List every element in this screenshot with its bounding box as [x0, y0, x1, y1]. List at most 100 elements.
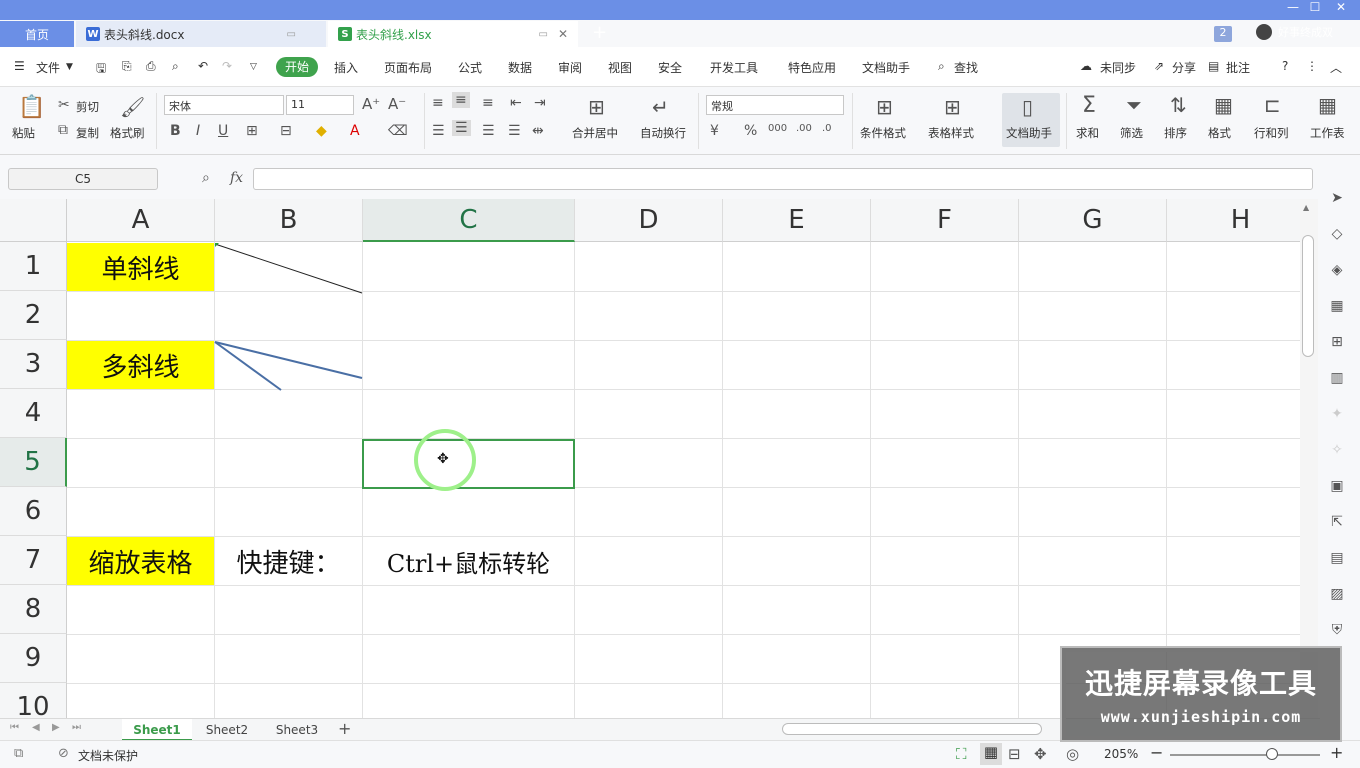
next-sheet-icon[interactable]: ▶ [52, 722, 60, 733]
sum-button[interactable]: 求和 [1076, 125, 1099, 141]
italic-icon[interactable]: I [196, 123, 200, 139]
tab-doc[interactable]: W 表头斜线.docx ▭ [76, 21, 326, 47]
zoom-out-icon[interactable]: − [1150, 743, 1163, 762]
distribute-icon[interactable]: ⇹ [532, 123, 544, 139]
percent-icon[interactable]: % [744, 123, 757, 139]
fill-color-icon[interactable]: ◆ [316, 123, 327, 139]
font-color-icon[interactable]: A [350, 123, 360, 139]
close-tab-icon[interactable]: ✕ [558, 27, 568, 41]
sort-button[interactable]: 排序 [1164, 125, 1187, 141]
menu-layout[interactable]: 页面布局 [384, 59, 432, 76]
indent-increase-icon[interactable]: ⇥ [534, 95, 546, 111]
menu-share[interactable]: 分享 [1172, 59, 1196, 76]
fullscreen-icon[interactable]: ⛶ [956, 745, 967, 763]
menu-comment[interactable]: 批注 [1226, 59, 1250, 76]
add-sheet-button[interactable]: + [338, 719, 351, 738]
menu-file[interactable]: 文件 [36, 59, 60, 76]
filter-button[interactable]: 筛选 [1120, 125, 1143, 141]
share-doc-icon[interactable]: ⎘ [122, 59, 132, 74]
align-center-icon[interactable]: ☰ [452, 120, 471, 136]
indent-decrease-icon[interactable]: ⇤ [510, 95, 522, 111]
copy-button[interactable]: 复制 [76, 125, 99, 141]
scrollbar-thumb[interactable] [1302, 235, 1314, 357]
name-box[interactable]: C5 [8, 168, 158, 190]
pin-icon[interactable]: ▭ [539, 29, 548, 40]
fx-icon[interactable]: fx [230, 170, 243, 186]
pin-icon[interactable]: ▭ [287, 29, 296, 40]
zoom-level[interactable]: 205% [1104, 747, 1138, 761]
menu-insert[interactable]: 插入 [334, 59, 358, 76]
user-account[interactable]: 好事终成双 [1256, 24, 1333, 40]
table-icon[interactable]: ▦ [1328, 298, 1346, 316]
layout-icon[interactable]: ⧉ [14, 746, 23, 761]
zoom-slider[interactable] [1170, 754, 1320, 756]
increase-font-icon[interactable]: A⁺ [362, 95, 380, 113]
image-icon[interactable]: ▨ [1328, 586, 1346, 604]
page-break-icon[interactable]: ⊟ [1008, 745, 1021, 763]
menu-find[interactable]: 查找 [954, 59, 978, 76]
save-icon[interactable]: 🖫 [96, 59, 106, 80]
table-style-button[interactable]: 表格样式 [928, 125, 974, 141]
align-right-icon[interactable]: ☰ [482, 123, 495, 139]
menu-unsync[interactable]: 未同步 [1100, 59, 1136, 76]
sheet-tab-2[interactable]: Sheet2 [194, 719, 260, 741]
picture-icon[interactable]: ▣ [1328, 478, 1346, 496]
border-icon[interactable]: ⊞ [246, 123, 258, 139]
align-middle-icon[interactable]: ≡ [452, 92, 470, 108]
chevron-down-icon[interactable]: ▼ [66, 62, 73, 72]
prev-sheet-icon[interactable]: ◀ [32, 722, 40, 733]
quick-access-more-icon[interactable]: ▽ [250, 62, 257, 72]
last-sheet-icon[interactable]: ⏭ [72, 722, 81, 733]
new-tab-button[interactable]: + [592, 22, 607, 43]
help-icon[interactable]: ? [1282, 59, 1288, 73]
thousands-icon[interactable]: 000 [768, 123, 787, 134]
tab-home[interactable]: 首页 [0, 21, 74, 47]
protect-status[interactable]: 文档未保护 [78, 747, 138, 764]
export-icon[interactable]: ⇱ [1328, 514, 1346, 532]
print-preview-icon[interactable]: ⌕ [172, 59, 179, 74]
worksheet-button[interactable]: 工作表 [1310, 125, 1345, 141]
paste-icon[interactable]: 📋 [18, 95, 45, 120]
cell-format-icon[interactable]: ⊟ [280, 123, 292, 139]
font-name-select[interactable]: 宋体 [164, 95, 284, 115]
cloud-icon[interactable]: ☁ [1080, 59, 1092, 73]
first-sheet-icon[interactable]: ⏮ [10, 722, 19, 733]
menu-formula[interactable]: 公式 [458, 59, 482, 76]
print-icon[interactable]: ⎙ [146, 59, 156, 74]
decimal-decrease-icon[interactable]: .0 [822, 123, 832, 134]
shield-icon[interactable]: ⛨ [1328, 622, 1346, 640]
eye-protect-icon[interactable]: ◎ [1066, 745, 1079, 763]
font-size-select[interactable]: 11 [286, 95, 354, 115]
menu-special[interactable]: 特色应用 [788, 59, 836, 76]
number-format-select[interactable]: 常规 [706, 95, 844, 115]
more-icon[interactable]: ⋮ [1306, 59, 1318, 73]
decrease-font-icon[interactable]: A⁻ [388, 95, 406, 113]
format-painter-button[interactable]: 格式刷 [110, 125, 145, 141]
menu-docasst[interactable]: 文档助手 [862, 59, 910, 76]
zoom-formula-icon[interactable]: ⌕ [202, 170, 210, 186]
zoom-in-icon[interactable]: + [1330, 743, 1343, 762]
align-bottom-icon[interactable]: ≡ [482, 95, 494, 111]
zoom-slider-handle[interactable] [1266, 748, 1278, 760]
align-top-icon[interactable]: ≡ [432, 95, 444, 111]
menu-view[interactable]: 视图 [608, 59, 632, 76]
menu-review[interactable]: 审阅 [558, 59, 582, 76]
decimal-increase-icon[interactable]: .00 [796, 123, 812, 134]
tool-icon[interactable]: ✦ [1328, 406, 1346, 424]
hamburger-icon[interactable]: ☰ [14, 59, 25, 73]
menu-security[interactable]: 安全 [658, 59, 682, 76]
collapse-ribbon-icon[interactable]: ︿ [1330, 59, 1342, 76]
spreadsheet-grid[interactable]: A B C D E F G H 1 2 3 4 5 6 7 8 9 10 单斜线… [0, 199, 1300, 718]
scroll-up-icon[interactable]: ▲ [1303, 203, 1309, 212]
format-button[interactable]: 格式 [1208, 125, 1231, 141]
tab-xlsx[interactable]: S 表头斜线.xlsx ▭ ✕ [328, 21, 578, 47]
menu-start[interactable]: 开始 [276, 57, 318, 77]
maximize-icon[interactable]: ☐ [1304, 0, 1326, 18]
doc-assistant-button[interactable]: ▯ 文档助手 [1002, 93, 1060, 147]
redo-icon[interactable]: ↷ [222, 59, 232, 73]
archive-icon[interactable]: ▤ [1328, 550, 1346, 568]
menu-dev[interactable]: 开发工具 [710, 59, 758, 76]
align-left-icon[interactable]: ☰ [432, 123, 445, 139]
menu-data[interactable]: 数据 [508, 59, 532, 76]
merge-center-button[interactable]: 合并居中 [572, 125, 618, 141]
